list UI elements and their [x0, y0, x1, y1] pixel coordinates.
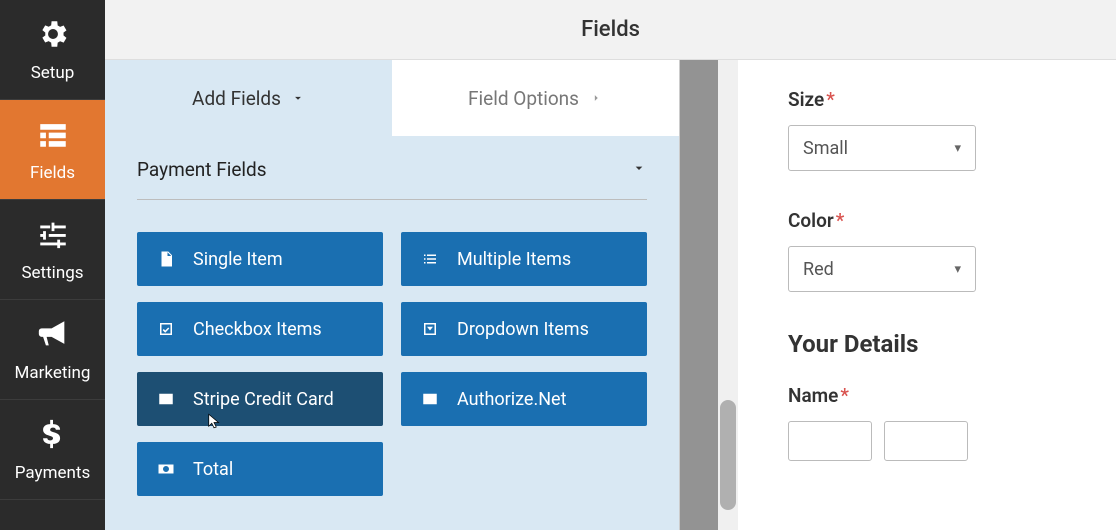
select-value: Red	[803, 259, 834, 280]
field-stripe-credit-card[interactable]: Stripe Credit Card	[137, 372, 383, 426]
field-label: Checkbox Items	[193, 319, 322, 340]
field-label: Stripe Credit Card	[193, 389, 334, 410]
field-label: Color	[788, 209, 834, 232]
field-label: Total	[193, 459, 233, 480]
preview-field-size: Size* Small ▾	[788, 88, 1080, 171]
field-total[interactable]: Total	[137, 442, 383, 496]
field-authorize-net[interactable]: Authorize.Net	[401, 372, 647, 426]
required-marker: *	[840, 384, 849, 407]
sidebar-item-label: Marketing	[15, 363, 91, 383]
dollar-icon	[36, 417, 70, 463]
chevron-down-icon	[631, 158, 647, 181]
field-single-item[interactable]: Single Item	[137, 232, 383, 286]
sidebar-item-setup[interactable]: Setup	[0, 0, 105, 100]
form-preview: Size* Small ▾ Color* Red ▾	[738, 60, 1116, 530]
bullhorn-icon	[36, 317, 70, 363]
file-icon	[155, 248, 177, 270]
sidebar: Setup Fields Settings Marketing Payments	[0, 0, 105, 530]
builder-panel: Add Fields Field Options Payment Fields	[105, 60, 680, 530]
field-dropdown-items[interactable]: Dropdown Items	[401, 302, 647, 356]
tab-add-fields[interactable]: Add Fields	[105, 60, 392, 136]
page-title-bar: Fields	[105, 0, 1116, 60]
preview-scrollbar[interactable]	[680, 60, 738, 530]
sliders-icon	[36, 217, 70, 263]
field-label: Name	[788, 384, 838, 407]
dropdown-icon	[419, 318, 441, 340]
field-label: Size	[788, 88, 824, 111]
field-label: Authorize.Net	[457, 389, 566, 410]
sidebar-item-settings[interactable]: Settings	[0, 200, 105, 300]
checkbox-icon	[155, 318, 177, 340]
field-checkbox-items[interactable]: Checkbox Items	[137, 302, 383, 356]
last-name-input[interactable]	[884, 421, 968, 461]
field-label: Multiple Items	[457, 249, 571, 270]
field-label: Dropdown Items	[457, 319, 589, 340]
required-marker: *	[826, 88, 835, 111]
field-label: Single Item	[193, 249, 283, 270]
cursor-icon	[205, 412, 223, 430]
preview-field-color: Color* Red ▾	[788, 209, 1080, 292]
sidebar-item-marketing[interactable]: Marketing	[0, 300, 105, 400]
gear-icon	[36, 17, 70, 63]
list-icon	[419, 248, 441, 270]
size-select[interactable]: Small ▾	[788, 125, 976, 171]
sidebar-item-payments[interactable]: Payments	[0, 400, 105, 500]
page-title: Fields	[581, 17, 640, 42]
tab-label: Add Fields	[192, 87, 281, 110]
first-name-input[interactable]	[788, 421, 872, 461]
sidebar-item-label: Payments	[15, 463, 90, 483]
chevron-down-icon: ▾	[954, 141, 961, 156]
money-icon	[155, 458, 177, 480]
field-multiple-items[interactable]: Multiple Items	[401, 232, 647, 286]
section-title: Payment Fields	[137, 158, 267, 181]
section-payment-fields[interactable]: Payment Fields	[137, 154, 647, 200]
credit-card-icon	[155, 388, 177, 410]
sidebar-item-fields[interactable]: Fields	[0, 100, 105, 200]
list-icon	[36, 117, 70, 163]
chevron-down-icon	[291, 91, 305, 105]
color-select[interactable]: Red ▾	[788, 246, 976, 292]
scrollbar-thumb[interactable]	[720, 400, 736, 510]
chevron-down-icon: ▾	[954, 262, 961, 277]
credit-card-icon	[419, 388, 441, 410]
tab-field-options[interactable]: Field Options	[392, 60, 679, 136]
required-marker: *	[836, 209, 845, 232]
chevron-right-icon	[589, 91, 603, 105]
section-heading: Your Details	[788, 330, 1080, 358]
sidebar-item-label: Settings	[21, 263, 83, 283]
select-value: Small	[803, 138, 848, 159]
preview-field-name: Name*	[788, 384, 1080, 461]
sidebar-item-label: Setup	[31, 63, 75, 83]
sidebar-item-label: Fields	[30, 163, 75, 183]
tab-label: Field Options	[468, 87, 579, 110]
